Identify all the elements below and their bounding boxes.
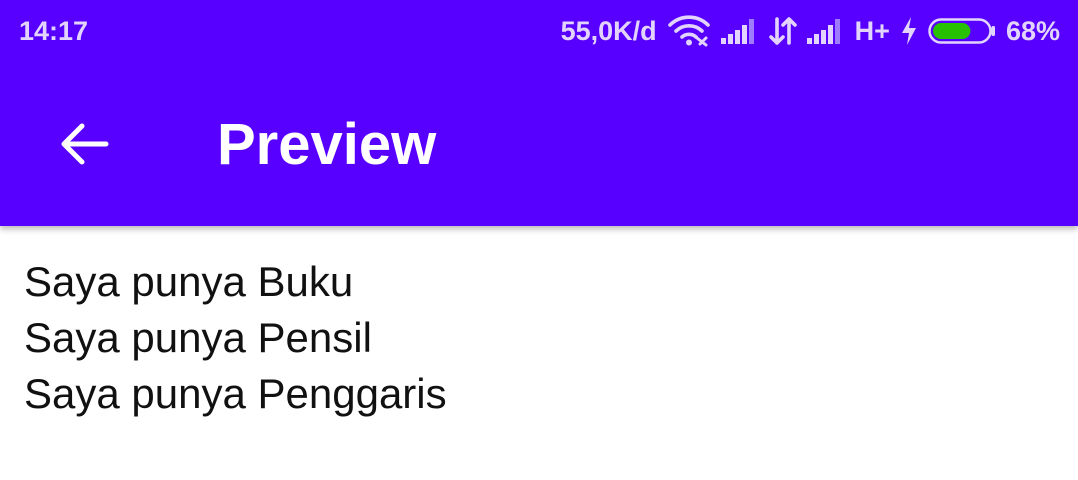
status-bar: 14:17 55,0K/d H+ 68% [0,0,1078,62]
network-type: H+ [854,16,890,46]
network-speed: 55,0K/d [560,16,657,46]
status-time: 14:17 [19,16,89,46]
preview-line: Saya punya Buku [24,258,354,305]
status-icons: 55,0K/d H+ 68% [561,13,1060,49]
signal-bars-icon [720,18,759,44]
app-bar: 14:17 55,0K/d H+ 68% Preview [0,0,1078,226]
preview-line: Saya punya Penggaris [24,370,447,417]
page-title: Preview [217,112,437,177]
wifi-icon [667,14,711,48]
signal-bars-icon-2 [806,18,845,44]
battery-percent: 68% [1005,16,1060,46]
arrow-left-icon [58,121,110,167]
toolbar: Preview [0,62,1078,226]
preview-line: Saya punya Pensil [24,314,372,361]
data-transfer-arrows-icon [768,16,797,46]
lightning-bolt-icon [900,16,918,46]
battery-icon [928,18,996,44]
back-button[interactable] [42,102,126,186]
preview-content: Saya punya Buku Saya punya Pensil Saya p… [24,254,447,422]
